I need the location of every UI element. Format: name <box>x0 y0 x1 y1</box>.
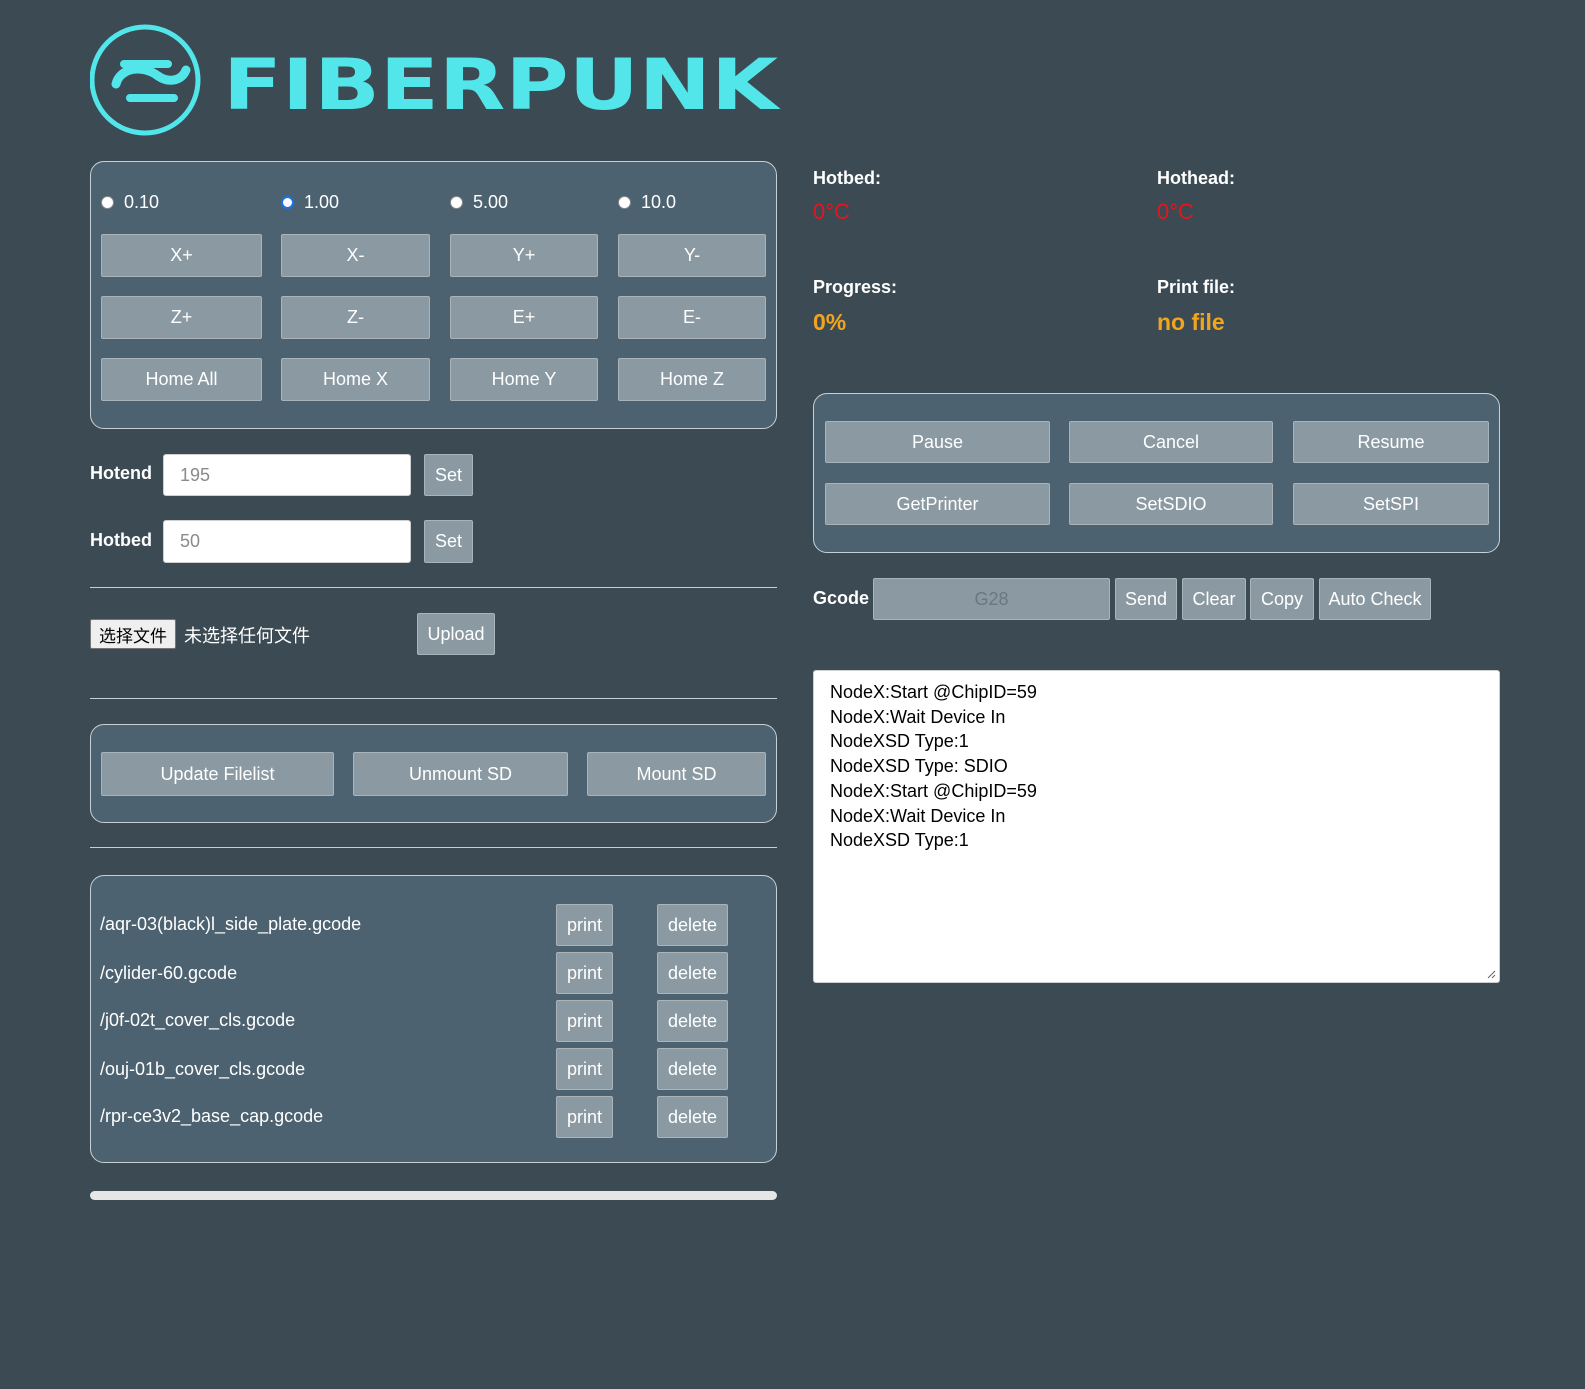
unmount-sd-button[interactable]: Unmount SD <box>353 752 568 796</box>
setsdio-button[interactable]: SetSDIO <box>1069 483 1273 525</box>
radio-icon[interactable] <box>450 196 463 209</box>
console-line: NodeXSD Type: SDIO <box>830 756 1008 777</box>
hotend-input[interactable]: 195 <box>163 454 411 496</box>
progress-value: 0% <box>813 309 847 335</box>
console-line: NodeX:Start @ChipID=59 <box>830 780 1037 801</box>
z-plus-button[interactable]: Z+ <box>101 296 262 339</box>
console-line: NodeX:Start @ChipID=59 <box>830 682 1037 702</box>
home-x-button[interactable]: Home X <box>281 358 430 401</box>
resize-handle-icon[interactable] <box>1486 969 1496 979</box>
print-file-button[interactable]: print <box>556 952 613 994</box>
copy-button[interactable]: Copy <box>1250 578 1314 620</box>
hotbed-temp-value: 0°C <box>813 199 850 224</box>
y-plus-button[interactable]: Y+ <box>450 234 598 277</box>
hothead-temp-value: 0°C <box>1157 199 1194 224</box>
upload-progress-bar <box>90 1191 777 1200</box>
step-option-5-00[interactable]: 5.00 <box>450 192 508 213</box>
divider <box>90 698 777 699</box>
x-plus-button[interactable]: X+ <box>101 234 262 277</box>
hotend-label: Hotend <box>90 463 152 483</box>
radio-icon[interactable] <box>618 196 631 209</box>
console-output[interactable]: NodeX:Start @ChipID=59 NodeX:Wait Device… <box>813 670 1500 983</box>
gcode-input[interactable]: G28 <box>873 578 1110 620</box>
console-line: NodeX:Wait Device In <box>830 805 1006 826</box>
z-minus-button[interactable]: Z- <box>281 296 430 339</box>
print-file-button[interactable]: print <box>556 1000 613 1042</box>
console-line: NodeX:Wait Device In <box>830 706 1006 727</box>
home-z-button[interactable]: Home Z <box>618 358 766 401</box>
print-file-value: no file <box>1157 309 1225 335</box>
divider <box>90 587 777 588</box>
hotend-set-button[interactable]: Set <box>424 454 473 496</box>
no-file-chosen-text: 未选择任何文件 <box>184 626 310 646</box>
cancel-button[interactable]: Cancel <box>1069 421 1273 463</box>
file-name: /j0f-02t_cover_cls.gcode <box>100 1010 296 1030</box>
progress-status-label: Progress: <box>813 277 898 297</box>
hotbed-label: Hotbed <box>90 530 152 550</box>
radio-selected-icon[interactable] <box>281 196 294 209</box>
delete-file-button[interactable]: delete <box>657 1048 728 1090</box>
fiberpunk-logo: FIBERPUNK <box>90 24 790 138</box>
home-all-button[interactable]: Home All <box>101 358 262 401</box>
print-control-panel <box>813 393 1500 553</box>
hotbed-input[interactable]: 50 <box>163 520 411 563</box>
console-line: NodeXSD Type:1 <box>830 830 969 851</box>
print-file-button[interactable]: print <box>556 1048 613 1090</box>
radio-icon[interactable] <box>101 196 114 209</box>
y-minus-button[interactable]: Y- <box>618 234 766 277</box>
update-filelist-button[interactable]: Update Filelist <box>101 752 334 796</box>
gcode-label: Gcode <box>813 588 870 608</box>
step-option-1-00[interactable]: 1.00 <box>281 192 339 213</box>
file-name: /ouj-01b_cover_cls.gcode <box>100 1059 306 1079</box>
pause-button[interactable]: Pause <box>825 421 1050 463</box>
hotbed-status-label: Hotbed: <box>813 168 881 188</box>
step-option-10-0[interactable]: 10.0 <box>618 192 676 213</box>
print-file-button[interactable]: print <box>556 904 613 946</box>
file-name: /rpr-ce3v2_base_cap.gcode <box>100 1106 324 1126</box>
e-minus-button[interactable]: E- <box>618 296 766 339</box>
getprinter-button[interactable]: GetPrinter <box>825 483 1050 525</box>
upload-button[interactable]: Upload <box>417 613 495 655</box>
x-minus-button[interactable]: X- <box>281 234 430 277</box>
delete-file-button[interactable]: delete <box>657 904 728 946</box>
step-option-0-10[interactable]: 0.10 <box>101 192 159 213</box>
print-file-status-label: Print file: <box>1157 277 1236 297</box>
delete-file-button[interactable]: delete <box>657 1096 728 1138</box>
console-line: NodeXSD Type:1 <box>830 731 969 752</box>
home-y-button[interactable]: Home Y <box>450 358 598 401</box>
send-button[interactable]: Send <box>1115 578 1177 620</box>
divider <box>90 847 777 848</box>
delete-file-button[interactable]: delete <box>657 1000 728 1042</box>
clear-button[interactable]: Clear <box>1182 578 1246 620</box>
delete-file-button[interactable]: delete <box>657 952 728 994</box>
file-name: /cylider-60.gcode <box>100 963 238 983</box>
brand-wordmark: FIBERPUNK <box>223 44 781 126</box>
mount-sd-button[interactable]: Mount SD <box>587 752 766 796</box>
hothead-status-label: Hothead: <box>1157 168 1235 188</box>
print-file-button[interactable]: print <box>556 1096 613 1138</box>
hotbed-set-button[interactable]: Set <box>424 520 473 563</box>
resume-button[interactable]: Resume <box>1293 421 1489 463</box>
setspi-button[interactable]: SetSPI <box>1293 483 1489 525</box>
auto-check-button[interactable]: Auto Check <box>1319 578 1431 620</box>
logo-s-icon <box>111 64 191 89</box>
e-plus-button[interactable]: E+ <box>450 296 598 339</box>
file-name: /aqr-03(black)l_side_plate.gcode <box>100 914 362 934</box>
choose-file-button[interactable]: 选择文件 <box>90 619 176 649</box>
